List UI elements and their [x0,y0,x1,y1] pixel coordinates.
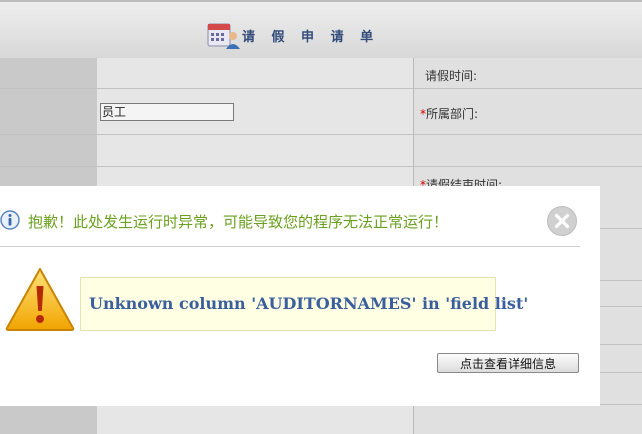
info-icon [0,210,20,230]
dialog-title: 抱歉！此处发生运行时异常，可能导致您的程序无法正常运行！ [28,213,449,231]
form-title: 请 假 申 请 单 [242,30,380,45]
error-dialog: 抱歉！此处发生运行时异常，可能导致您的程序无法正常运行！ Unknown col… [0,186,600,406]
close-icon[interactable] [546,205,578,237]
employee-field[interactable]: 员工 [100,103,234,121]
warning-icon [5,268,75,331]
leave-time-label: 请假时间: [425,69,478,83]
view-details-button[interactable]: 点击查看详细信息 [437,353,579,373]
department-label-row: *所属部门: [420,105,478,122]
error-message: Unknown column 'AUDITORNAMES' in 'field … [89,294,529,313]
department-label: 所属部门: [426,107,479,121]
calendar-user-icon [207,23,240,49]
error-message-box: Unknown column 'AUDITORNAMES' in 'field … [80,277,528,331]
form-header: 请 假 申 请 单 [0,0,642,58]
dialog-separator [0,246,580,247]
